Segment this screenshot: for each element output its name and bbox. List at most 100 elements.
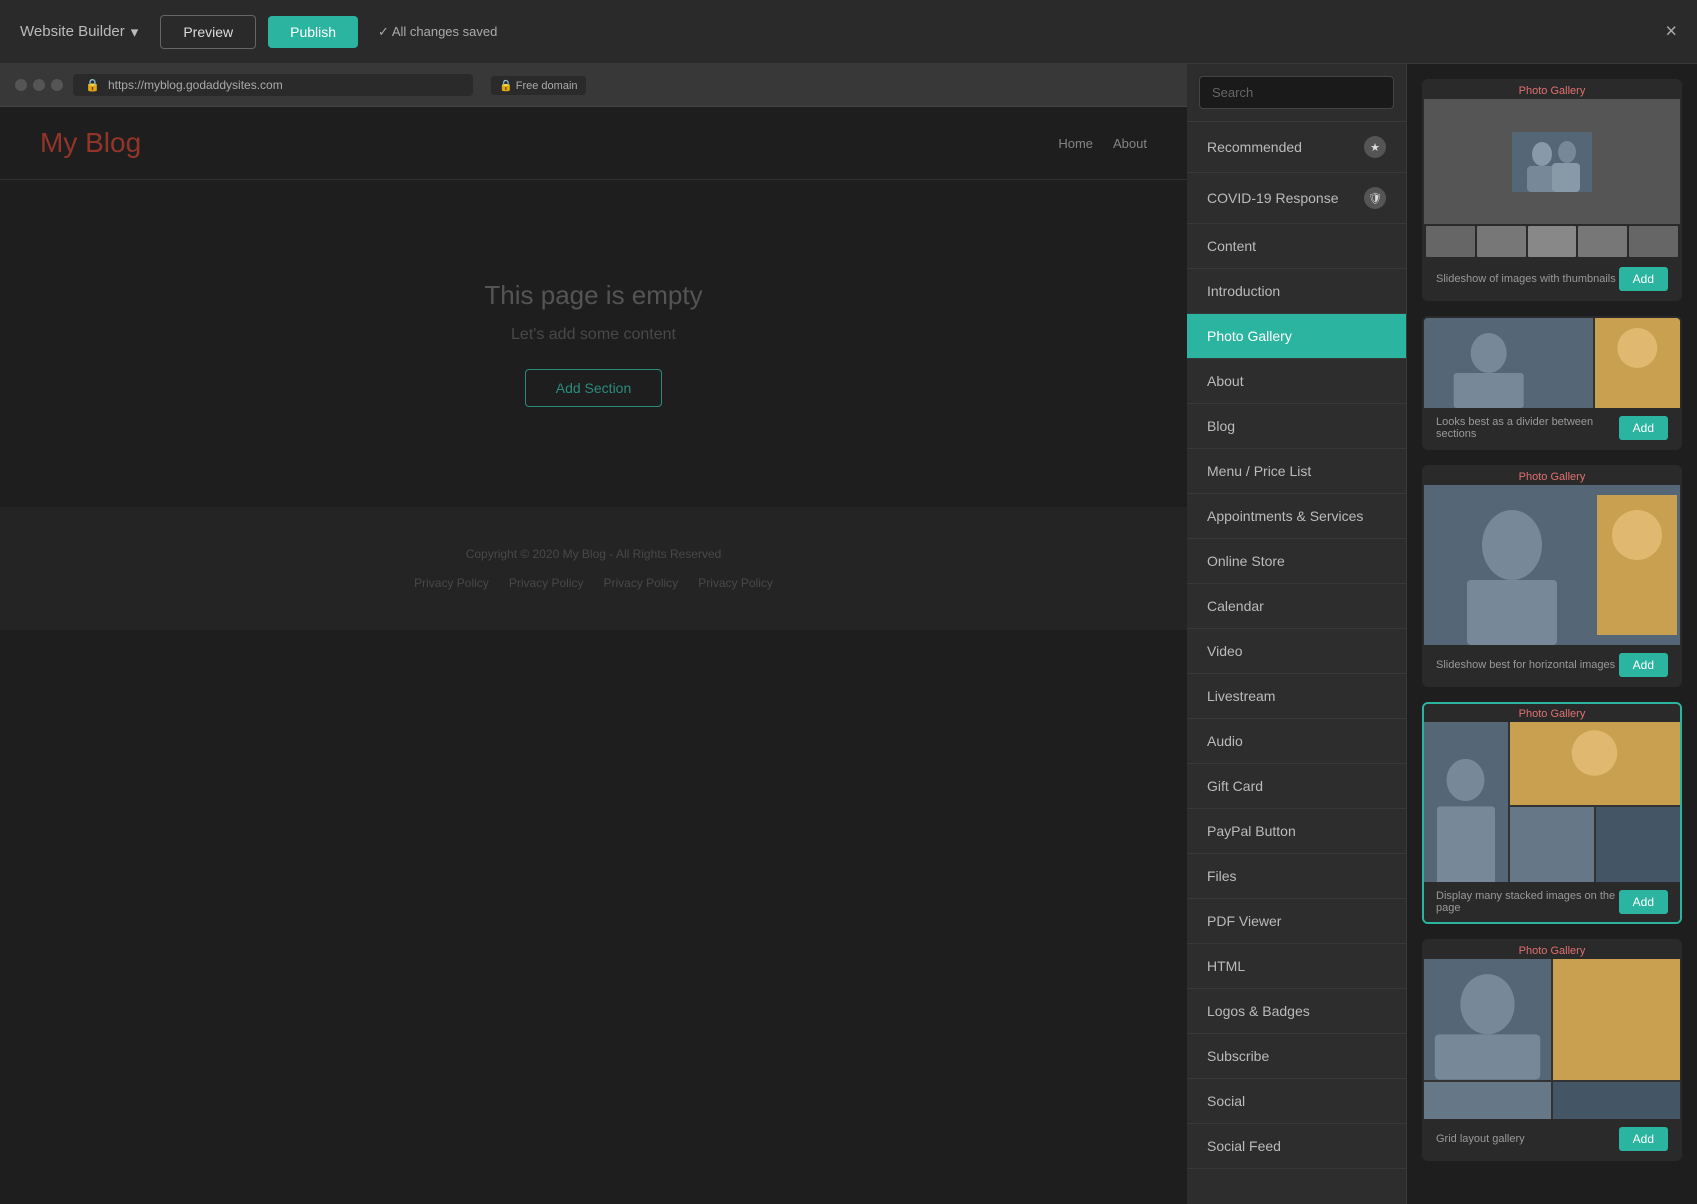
sidebar-item-label: Recommended — [1207, 139, 1302, 155]
sidebar-item[interactable]: Recommended ★ — [1187, 122, 1406, 173]
sidebar-item[interactable]: PayPal Button — [1187, 809, 1406, 854]
lock-icon: 🔒 — [85, 78, 100, 92]
sidebar-item[interactable]: Menu / Price List — [1187, 449, 1406, 494]
recommended-icon: ★ — [1364, 136, 1386, 158]
gallery-card-1-footer: Slideshow of images with thumbnails Add — [1424, 259, 1680, 299]
gallery-card-3-preview — [1424, 485, 1680, 645]
sidebar-item[interactable]: About — [1187, 359, 1406, 404]
top-bar: Website Builder ▾ Preview Publish ✓ All … — [0, 0, 1697, 64]
site-content: My Blog Home About This page is empty Le… — [0, 107, 1187, 1204]
sidebar-item-label: Subscribe — [1207, 1048, 1269, 1064]
empty-subtitle: Let's add some content — [511, 326, 676, 344]
sidebar-item[interactable]: Livestream — [1187, 674, 1406, 719]
search-input[interactable] — [1199, 76, 1394, 109]
mosaic-cell-2 — [1510, 722, 1680, 805]
sidebar-item[interactable]: Appointments & Services — [1187, 494, 1406, 539]
sidebar-item[interactable]: Social Feed — [1187, 1124, 1406, 1169]
sidebar-item[interactable]: Gift Card — [1187, 764, 1406, 809]
sidebar-item-photo-gallery[interactable]: Photo Gallery — [1187, 314, 1406, 359]
gallery-card-5-desc: Grid layout gallery — [1436, 1133, 1619, 1145]
gallery-card-2-footer: Looks best as a divider between sections… — [1424, 408, 1680, 448]
preview-grid-slideshow-thumbs — [1424, 99, 1680, 259]
sidebar-search-container — [1187, 64, 1406, 122]
sidebar-item[interactable]: Files — [1187, 854, 1406, 899]
publish-button[interactable]: Publish — [268, 16, 358, 48]
site-nav: Home About — [1058, 136, 1147, 151]
browser-dot-1 — [15, 79, 27, 91]
sidebar-item-label: Video — [1207, 643, 1243, 659]
gallery-card-2-desc: Looks best as a divider between sections — [1436, 416, 1619, 440]
close-button[interactable]: × — [1665, 20, 1677, 43]
sidebar-item-label: Content — [1207, 238, 1256, 254]
brand-label: Website Builder — [20, 23, 125, 40]
gallery-card-1-add-button[interactable]: Add — [1619, 267, 1668, 291]
empty-title: This page is empty — [484, 280, 702, 311]
thumb-1 — [1426, 226, 1475, 257]
add-section-button[interactable]: Add Section — [525, 369, 663, 407]
browser-chrome: 🔒 https://myblog.godaddysites.com 🔒 Free… — [0, 64, 1187, 107]
site-title: My Blog — [40, 127, 141, 159]
sidebar-item-label: Social — [1207, 1093, 1245, 1109]
sidebar-item-label: Blog — [1207, 418, 1235, 434]
gallery-card-2-add-button[interactable]: Add — [1619, 416, 1668, 440]
gallery-card-3-add-button[interactable]: Add — [1619, 653, 1668, 677]
sidebar-item[interactable]: Subscribe — [1187, 1034, 1406, 1079]
gallery-card-4: Photo Gallery — [1422, 702, 1682, 924]
gallery-card-1: Photo Gallery — [1422, 79, 1682, 301]
thumb-3 — [1528, 226, 1577, 257]
gallery-card-5-preview — [1424, 959, 1680, 1119]
footer-link-3[interactable]: Privacy Policy — [604, 576, 679, 590]
gallery-card-5-add-button[interactable]: Add — [1619, 1127, 1668, 1151]
preview-horizontal-slideshow — [1424, 485, 1680, 645]
grid-cell-3 — [1424, 1082, 1551, 1119]
footer-link-4[interactable]: Privacy Policy — [698, 576, 773, 590]
sidebar-item[interactable]: Introduction — [1187, 269, 1406, 314]
footer-link-2[interactable]: Privacy Policy — [509, 576, 584, 590]
grid-cell-4 — [1553, 1082, 1680, 1119]
footer-copyright: Copyright © 2020 My Blog - All Rights Re… — [40, 547, 1147, 561]
sidebar-item[interactable]: Logos & Badges — [1187, 989, 1406, 1034]
browser-dots — [15, 79, 63, 91]
grid-cell-2 — [1553, 959, 1680, 1080]
main-area: 🔒 https://myblog.godaddysites.com 🔒 Free… — [0, 64, 1697, 1204]
gallery-card-4-add-button[interactable]: Add — [1619, 890, 1668, 914]
sidebar-item-label: PayPal Button — [1207, 823, 1296, 839]
panel-right: Photo Gallery — [1407, 64, 1697, 1204]
sidebar-item-label: Livestream — [1207, 688, 1275, 704]
nav-home[interactable]: Home — [1058, 136, 1093, 151]
sidebar-item[interactable]: Audio — [1187, 719, 1406, 764]
empty-state: This page is empty Let's add some conten… — [0, 180, 1187, 507]
sidebar-item[interactable]: Online Store — [1187, 539, 1406, 584]
gallery-card-1-preview — [1424, 99, 1680, 259]
sidebar-item[interactable]: Video — [1187, 629, 1406, 674]
gallery-card-4-preview — [1424, 722, 1680, 882]
sidebar-item[interactable]: Content — [1187, 224, 1406, 269]
sidebar-item[interactable]: PDF Viewer — [1187, 899, 1406, 944]
builder-preview: 🔒 https://myblog.godaddysites.com 🔒 Free… — [0, 64, 1187, 1204]
footer-links: Privacy Policy Privacy Policy Privacy Po… — [40, 576, 1147, 590]
grid-cell-1 — [1424, 959, 1551, 1080]
sidebar-item-label: About — [1207, 373, 1244, 389]
preview-split-layout — [1424, 318, 1680, 408]
site-footer: Copyright © 2020 My Blog - All Rights Re… — [0, 507, 1187, 630]
footer-link-1[interactable]: Privacy Policy — [414, 576, 489, 590]
sidebar-item[interactable]: HTML — [1187, 944, 1406, 989]
thumb-2 — [1477, 226, 1526, 257]
preview-button[interactable]: Preview — [160, 15, 256, 49]
gallery-card-4-title: Photo Gallery — [1424, 704, 1680, 722]
gallery-card-1-desc: Slideshow of images with thumbnails — [1436, 273, 1619, 285]
gallery-card-4-desc: Display many stacked images on the page — [1436, 890, 1619, 914]
sidebar-item[interactable]: Social — [1187, 1079, 1406, 1124]
sidebar-item-label: Logos & Badges — [1207, 1003, 1310, 1019]
sidebar-item-label: Social Feed — [1207, 1138, 1281, 1154]
gallery-card-2-preview — [1424, 318, 1680, 408]
sidebar-item[interactable]: COVID-19 Response 🛡 — [1187, 173, 1406, 224]
site-header: My Blog Home About — [0, 107, 1187, 180]
sidebar-item[interactable]: Calendar — [1187, 584, 1406, 629]
sidebar-item-label: Photo Gallery — [1207, 328, 1292, 344]
preview-grid-layout — [1424, 959, 1680, 1119]
nav-about[interactable]: About — [1113, 136, 1147, 151]
gallery-card-4-footer: Display many stacked images on the page … — [1424, 882, 1680, 922]
sidebar-item[interactable]: Blog — [1187, 404, 1406, 449]
gallery-card-5-footer: Grid layout gallery Add — [1424, 1119, 1680, 1159]
